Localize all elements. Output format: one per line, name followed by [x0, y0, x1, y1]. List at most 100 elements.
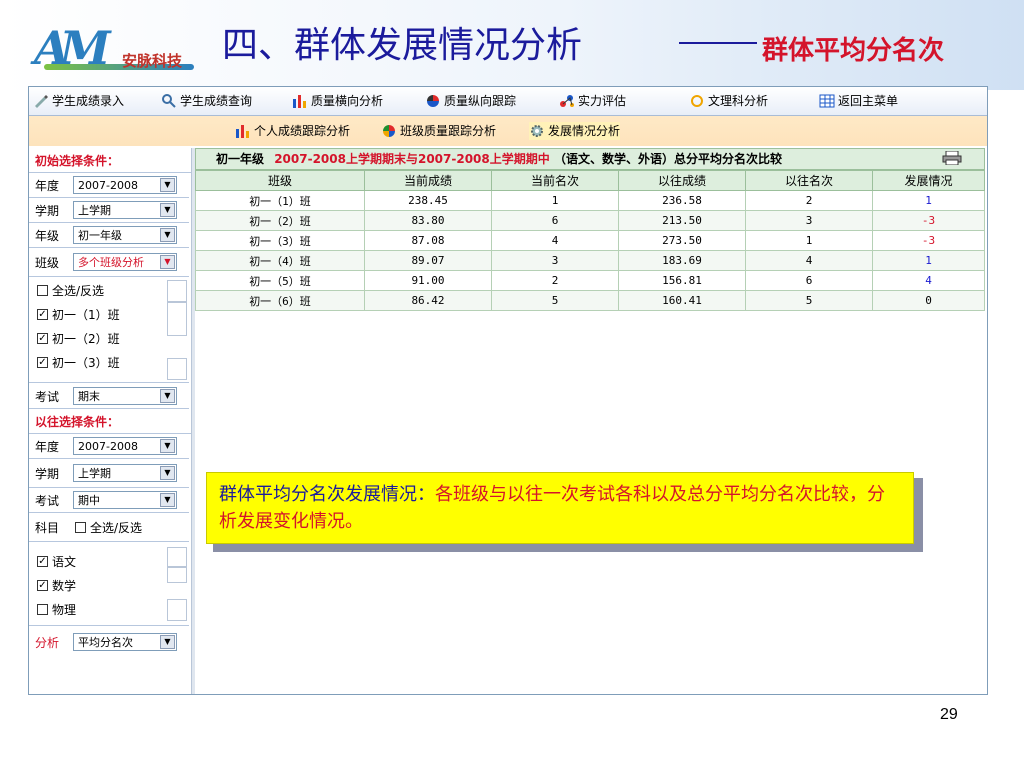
- result-body: 初一（1）班 238.45 1 236.58 2 1 初一（2）班 83.80 6 213.50 3…: [195, 190, 985, 311]
- table-cell-prev-rank: 5: [745, 290, 873, 311]
- printer-icon[interactable]: [942, 150, 962, 166]
- subject-checkbox-math[interactable]: ✓ 数学: [29, 573, 189, 597]
- scroll-thumb[interactable]: [167, 567, 187, 583]
- tab-label: 班级质量跟踪分析: [400, 124, 497, 138]
- col-header: 以往成绩: [618, 170, 746, 191]
- checkbox-label: 初一（1）班: [52, 307, 120, 322]
- table-header-row: 班级 当前成绩 当前名次 以往成绩 以往名次 发展情况: [195, 170, 985, 191]
- toolbar-student-score-query[interactable]: 学生成绩查询: [161, 91, 252, 111]
- refresh-icon: [689, 93, 705, 109]
- class-checkbox-1[interactable]: ✓ 初一（1）班: [29, 302, 189, 326]
- analysis-row: 分析 平均分名次 ▼: [29, 627, 189, 657]
- toolbar-item-label: 文理科分析: [708, 94, 769, 108]
- toolbar-item-label: 质量纵向跟踪: [444, 94, 517, 108]
- year-select[interactable]: 2007-2008 ▼: [73, 176, 177, 194]
- grade-select[interactable]: 初一年级 ▼: [73, 226, 177, 244]
- scroll-up-button[interactable]: [167, 547, 187, 567]
- toolbar-arts-science[interactable]: 文理科分析: [689, 91, 768, 111]
- toolbar-quality-vertical[interactable]: 质量纵向跟踪: [425, 91, 516, 111]
- class-select-all[interactable]: 全选/反选: [29, 278, 189, 302]
- result-caption: 初一年级 2007-2008上学期期末与2007-2008上学期期中 （语文、数…: [195, 148, 985, 170]
- checkbox-checked-icon: ✓: [37, 356, 48, 368]
- class-select[interactable]: 多个班级分析 ▼: [73, 253, 177, 271]
- table-cell-prev-score: 273.50: [618, 230, 746, 251]
- col-header: 当前成绩: [364, 170, 492, 191]
- prev-exam-select[interactable]: 期中 ▼: [73, 491, 177, 509]
- table-cell-prev-score: 183.69: [618, 250, 746, 271]
- checkbox-unchecked-icon: [75, 521, 86, 533]
- subject-row: 科目 全选/反选: [29, 513, 189, 542]
- table-row: 初一（5）班 91.00 2 156.81 6 4: [195, 270, 985, 291]
- class-checkbox-2[interactable]: ✓ 初一（2）班: [29, 326, 189, 350]
- pencil-icon: [33, 93, 49, 109]
- chevron-down-icon: ▼: [160, 466, 175, 480]
- prev-exam-label: 考试: [35, 493, 60, 508]
- checkbox-checked-icon: ✓: [37, 332, 48, 344]
- toolbar-strength-assessment[interactable]: 实力评估: [559, 91, 626, 111]
- scroll-down-button[interactable]: [167, 358, 187, 380]
- subject-select-all[interactable]: 全选/反选: [73, 515, 142, 539]
- toolbar-item-label: 学生成绩录入: [52, 94, 125, 108]
- table-row: 初一（6）班 86.42 5 160.41 5 0: [195, 290, 985, 311]
- company-logo: AM 安脉科技: [34, 20, 204, 76]
- chevron-down-icon: ▼: [160, 635, 175, 649]
- gear-icon: [529, 123, 545, 139]
- prev-year-select[interactable]: 2007-2008 ▼: [73, 437, 177, 455]
- table-cell-prev-score: 156.81: [618, 270, 746, 291]
- table-row: 初一（1）班 238.45 1 236.58 2 1: [195, 190, 985, 211]
- table-cell-cur-rank: 1: [491, 190, 619, 211]
- tab-personal-tracking[interactable]: 个人成绩跟踪分析: [235, 122, 350, 140]
- scroll-up-button[interactable]: [167, 280, 187, 302]
- title-dash: [679, 42, 757, 44]
- prev-term-select[interactable]: 上学期 ▼: [73, 464, 177, 482]
- subject-checkbox-physics[interactable]: 物理: [29, 597, 189, 621]
- grade-row: 年级 初一年级 ▼: [29, 223, 189, 248]
- class-checklist: 全选/反选 ✓ 初一（1）班 ✓ 初一（2）班 ✓ 初一（3）班: [29, 278, 189, 383]
- toolbar-quality-horizontal[interactable]: 质量横向分析: [292, 91, 383, 111]
- term-row: 学期 上学期 ▼: [29, 198, 189, 223]
- exam-label: 考试: [35, 389, 60, 404]
- molecule-icon: [559, 93, 575, 109]
- table-cell-prev-score: 213.50: [618, 210, 746, 231]
- page-number: 29: [940, 706, 958, 723]
- caption-tail: （语文、数学、外语）总分平均分名次比较: [553, 152, 782, 166]
- table-row: 初一（3）班 87.08 4 273.50 1 -3: [195, 230, 985, 251]
- toolbar-student-score-entry[interactable]: 学生成绩录入: [33, 91, 124, 111]
- table-cell-dev: -3: [872, 210, 985, 231]
- table-cell-cls: 初一（6）班: [195, 290, 365, 311]
- table-cell-cur-score: 83.80: [364, 210, 492, 231]
- chevron-down-icon: ▼: [160, 255, 175, 269]
- table-cell-cur-rank: 4: [491, 230, 619, 251]
- tab-label: 个人成绩跟踪分析: [254, 124, 351, 138]
- table-cell-cur-rank: 2: [491, 270, 619, 291]
- prev-year-row: 年度 2007-2008 ▼: [29, 434, 189, 459]
- toolbar-main-menu[interactable]: 返回主菜单: [819, 91, 898, 111]
- scroll-down-button[interactable]: [167, 599, 187, 621]
- class-checkbox-3[interactable]: ✓ 初一（3）班: [29, 350, 189, 374]
- checkbox-checked-icon: ✓: [37, 579, 48, 591]
- tab-development-analysis[interactable]: 发展情况分析: [529, 122, 621, 140]
- subject-checklist: ✓ 语文 ✓ 数学 物理: [29, 543, 189, 626]
- grade-label: 年级: [35, 228, 60, 243]
- term-label: 学期: [35, 203, 60, 218]
- table-cell-prev-rank: 6: [745, 270, 873, 291]
- analysis-select[interactable]: 平均分名次 ▼: [73, 633, 177, 651]
- table-cell-prev-score: 160.41: [618, 290, 746, 311]
- initial-conditions-heading: 初始选择条件：: [29, 148, 195, 173]
- exam-select[interactable]: 期末 ▼: [73, 387, 177, 405]
- class-row: 班级 多个班级分析 ▼: [29, 248, 189, 277]
- checkbox-label: 初一（2）班: [52, 331, 120, 346]
- table-row: 初一（4）班 89.07 3 183.69 4 1: [195, 250, 985, 271]
- prev-exam-row: 考试 期中 ▼: [29, 488, 189, 513]
- term-select[interactable]: 上学期 ▼: [73, 201, 177, 219]
- checkbox-checked-icon: ✓: [37, 308, 48, 320]
- page-title: 四、群体发展情况分析: [222, 25, 583, 66]
- subject-checkbox-chinese[interactable]: ✓ 语文: [29, 549, 189, 573]
- table-cell-dev: 0: [872, 290, 985, 311]
- table-cell-prev-rank: 4: [745, 250, 873, 271]
- exam-row: 考试 期末 ▼: [29, 384, 189, 409]
- scroll-thumb[interactable]: [167, 302, 187, 336]
- tab-class-tracking[interactable]: 班级质量跟踪分析: [381, 122, 496, 140]
- checkbox-unchecked-icon: [37, 603, 48, 615]
- select-value: 2007-2008: [78, 179, 138, 192]
